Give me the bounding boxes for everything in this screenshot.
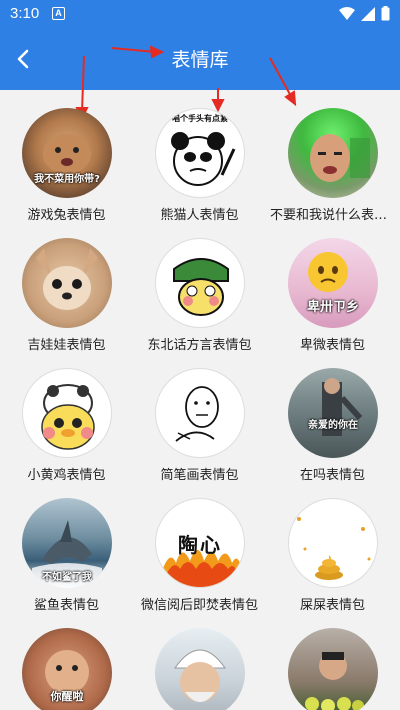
app-bar: 表情库	[0, 28, 400, 90]
sticker-item-chihuahua[interactable]: 吉娃娃表情包	[0, 220, 133, 353]
sticker-item-stick-figure[interactable]: 简笔画表情包	[133, 350, 266, 483]
sticker-item-are-you-there[interactable]: 亲爱的你在 在吗表情包	[266, 350, 399, 483]
sticker-thumbnail	[155, 238, 245, 328]
sticker-item-shark[interactable]: 不如鲨了我 鲨鱼表情包	[0, 480, 133, 613]
sticker-item-humble[interactable]: 卑卅ㄗ乡 卑微表情包	[266, 220, 399, 353]
sticker-caption: 陶心	[178, 533, 222, 557]
sticker-caption: 不如鲨了我	[42, 572, 92, 583]
sticker-thumbnail: 唱个手头有点紧	[155, 108, 245, 198]
sticker-item-northeast-dialect[interactable]: 东北话方言表情包	[133, 220, 266, 353]
sticker-grid: 我不菜用你带? 游戏兔表情包 唱个手头有点紧 熊猫人表情包 不要和我说什么表情包…	[0, 90, 400, 710]
sticker-item-row5-2[interactable]	[133, 610, 266, 710]
battery-icon	[381, 6, 390, 21]
sticker-thumbnail	[155, 628, 245, 710]
sticker-item-game-rabbit[interactable]: 我不菜用你带? 游戏兔表情包	[0, 90, 133, 223]
sticker-thumbnail: 卑卅ㄗ乡	[288, 238, 378, 328]
sticker-caption: 你醒啦	[50, 690, 84, 703]
page-title: 表情库	[171, 49, 229, 71]
sticker-caption: 亲爱的你在	[308, 420, 358, 431]
sticker-item-dont-tell-me[interactable]: 不要和我说什么表情包	[266, 90, 399, 223]
sticker-item-row5-3[interactable]	[266, 610, 399, 710]
sticker-item-row5-1[interactable]: 你醒啦	[0, 610, 133, 710]
sticker-thumbnail	[155, 368, 245, 458]
sticker-item-poop[interactable]: 屎屎表情包	[266, 480, 399, 613]
sticker-item-panda-man[interactable]: 唱个手头有点紧 熊猫人表情包	[133, 90, 266, 223]
sticker-caption: 我不菜用你带?	[34, 174, 100, 185]
sticker-thumbnail	[288, 108, 378, 198]
sticker-thumbnail: 我不菜用你带?	[22, 108, 112, 198]
sticker-thumbnail	[22, 368, 112, 458]
status-bar: 3:10 A	[0, 0, 400, 28]
sticker-item-little-yellow-chick[interactable]: 小黄鸡表情包	[0, 350, 133, 483]
wifi-icon	[339, 6, 355, 20]
sticker-thumbnail: 亲爱的你在	[288, 368, 378, 458]
sticker-item-wechat-burn-after-read[interactable]: 陶心 微信阅后即焚表情包	[133, 480, 266, 613]
sticker-thumbnail: 陶心	[155, 498, 245, 588]
sticker-caption: 唱个手头有点紧	[172, 114, 228, 123]
status-time: 3:10	[10, 5, 40, 22]
status-indicators	[339, 6, 390, 21]
app-notification-icon: A	[52, 7, 65, 20]
sticker-thumbnail	[288, 628, 378, 710]
signal-icon	[361, 6, 375, 21]
sticker-thumbnail: 你醒啦	[22, 628, 112, 710]
sticker-thumbnail	[22, 238, 112, 328]
sticker-caption: 卑卅ㄗ乡	[306, 300, 359, 315]
sticker-thumbnail	[288, 498, 378, 588]
sticker-thumbnail: 不如鲨了我	[22, 498, 112, 588]
